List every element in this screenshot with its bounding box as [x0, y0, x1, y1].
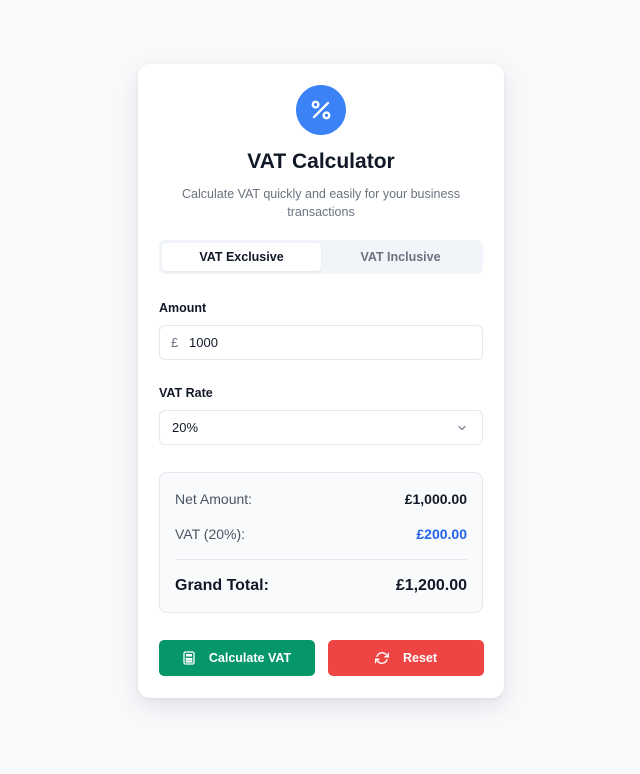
tab-vat-exclusive[interactable]: VAT Exclusive [162, 243, 321, 271]
calculate-vat-label: Calculate VAT [208, 651, 292, 665]
net-amount-label: Net Amount: [175, 491, 253, 507]
net-amount-value: £1,000.00 [404, 491, 467, 507]
net-amount-row: Net Amount: £1,000.00 [175, 491, 467, 507]
percent-icon [296, 85, 346, 135]
grand-total-label: Grand Total: [175, 577, 269, 594]
refresh-icon [374, 651, 389, 665]
page-subtitle: Calculate VAT quickly and easily for you… [182, 187, 460, 219]
amount-field[interactable]: £ 1000 [159, 325, 483, 360]
chevron-down-icon [456, 422, 468, 434]
calculate-vat-button[interactable]: Calculate VAT [159, 640, 315, 676]
tab-vat-inclusive[interactable]: VAT Inclusive [321, 243, 480, 271]
vat-amount-label: VAT (20%): [175, 526, 246, 542]
vat-calculator-card: VAT Calculator Calculate VAT quickly and… [138, 64, 504, 698]
vat-mode-tabs: VAT Exclusive VAT Inclusive [159, 240, 483, 274]
reset-button[interactable]: Reset [328, 640, 484, 676]
page-title: VAT Calculator [247, 150, 395, 173]
vat-rate-label: VAT Rate [159, 386, 213, 400]
amount-input[interactable]: 1000 [189, 335, 218, 350]
results-panel: Net Amount: £1,000.00 VAT (20%): £200.00… [159, 472, 483, 613]
reset-label: Reset [402, 651, 438, 665]
vat-amount-row: VAT (20%): £200.00 [175, 526, 467, 542]
vat-rate-selected: 20% [172, 420, 199, 435]
grand-total-row: Grand Total: £1,200.00 [175, 577, 467, 595]
vat-amount-value: £200.00 [416, 526, 467, 542]
currency-symbol: £ [171, 335, 179, 350]
grand-total-value: £1,200.00 [395, 577, 467, 594]
results-divider [175, 559, 467, 560]
vat-rate-select[interactable]: 20% [159, 410, 483, 445]
calculator-icon [183, 651, 195, 665]
amount-label: Amount [159, 301, 207, 315]
